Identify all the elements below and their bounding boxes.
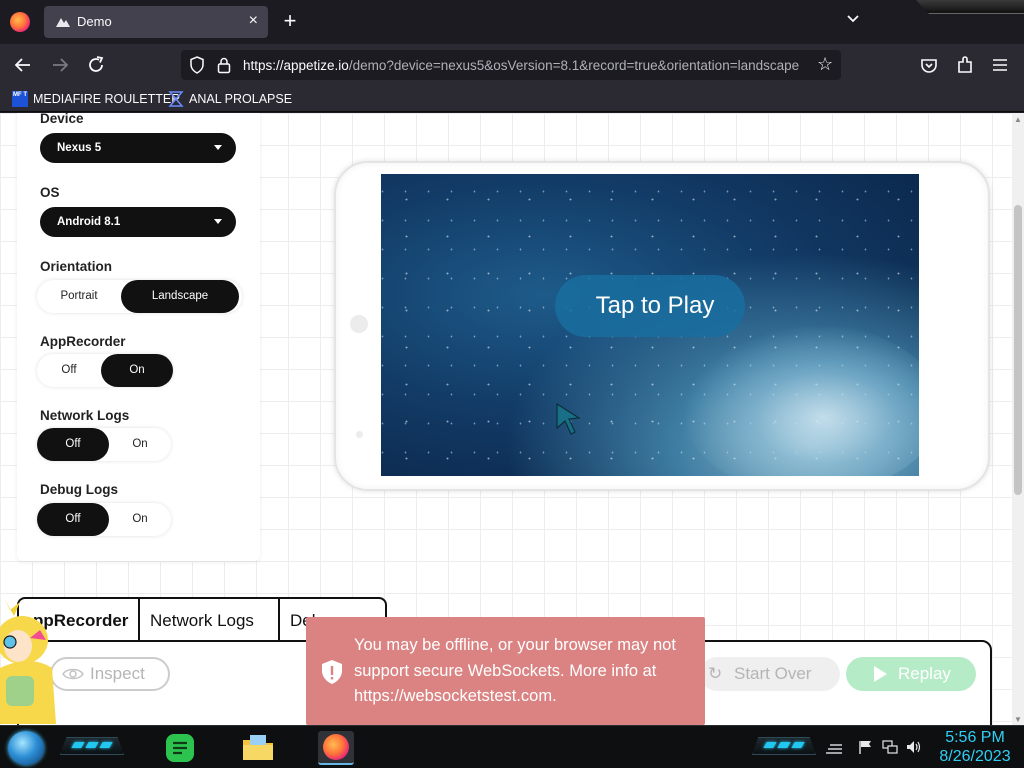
reload-icon[interactable] [85,54,107,76]
start-over-button[interactable]: ↻ Start Over [700,657,840,691]
apprecorder-on-option[interactable]: On [101,354,173,387]
device-camera [350,315,368,333]
clock-time: 5:56 PM [945,729,1005,746]
apprecorder-off-option[interactable]: Off [37,354,101,387]
taskbar-decoration [752,737,816,755]
network-logs-toggle: Off On [37,428,171,461]
mediafire-icon: MF T [12,91,28,107]
device-select[interactable]: Nexus 5 [40,133,236,163]
eye-icon [62,668,84,680]
clock-date: 8/26/2023 [939,748,1011,765]
back-arrow-icon[interactable] [12,54,34,76]
extensions-icon[interactable] [954,54,976,76]
os-label: OS [40,185,60,200]
orientation-landscape-option[interactable]: Landscape [121,280,239,313]
flag-icon[interactable] [858,740,874,754]
bookmark-mediafire[interactable]: MF T MEDIAFIRE ROULETTER [12,90,180,108]
page-scrollbar[interactable]: ▲ ▼ [1012,113,1024,725]
appetize-favicon-icon [56,18,70,27]
websocket-error-toast: You may be offline, or your browser may … [306,617,705,725]
taskbar: 5:56 PM 8/26/2023 [0,725,1024,768]
pocket-icon[interactable] [918,54,940,76]
browser-tab[interactable]: Demo × [44,6,268,38]
shield-warning-icon [322,660,342,684]
forward-arrow-icon[interactable] [49,54,71,76]
menu-icon[interactable] [989,54,1011,76]
page-content: Device Nexus 5 OS Android 8.1 Orientatio… [0,113,1024,725]
browser-tab-bar: Demo × + [0,0,1024,44]
url-bar[interactable]: https://appetize.io/demo?device=nexus5&o… [181,50,841,80]
replay-button[interactable]: Replay [846,657,976,691]
debug-logs-on-option[interactable]: On [109,503,171,536]
scrollbar-thumb[interactable] [1014,205,1022,495]
device-speaker [356,431,363,438]
file-explorer-icon[interactable] [240,731,276,765]
network-logs-on-option[interactable]: On [109,428,171,461]
debug-logs-off-option[interactable]: Off [37,503,109,536]
settings-panel: Device Nexus 5 OS Android 8.1 Orientatio… [17,113,260,561]
mouse-cursor-icon [556,402,581,435]
window-decoration [916,0,1024,14]
debug-logs-toggle: Off On [37,503,171,536]
chevron-down-icon[interactable] [846,12,860,26]
url-text[interactable]: https://appetize.io/demo?device=nexus5&o… [243,58,813,73]
firefox-icon [323,734,349,760]
apprecorder-toggle: Off On [37,354,173,387]
lock-icon[interactable] [217,56,231,74]
orientation-label: Orientation [40,259,113,274]
apprecorder-label: AppRecorder [40,334,126,349]
dropdown-caret-icon [214,219,222,224]
firefox-taskbar-app[interactable] [318,731,354,765]
sigma-icon [168,91,184,107]
system-clock[interactable]: 5:56 PM 8/26/2023 [930,728,1020,766]
dropdown-caret-icon [214,145,222,150]
tap-to-play-button[interactable]: Tap to Play [555,275,745,337]
restart-icon: ↻ [708,664,723,683]
network-logs-label: Network Logs [40,408,130,423]
inspect-button[interactable]: Inspect [50,657,170,691]
close-tab-icon[interactable]: × [249,12,258,30]
play-icon [874,666,887,682]
network-icon[interactable] [882,740,898,754]
tracking-shield-icon[interactable] [189,56,205,74]
start-button-icon[interactable] [8,731,44,765]
os-select[interactable]: Android 8.1 [40,207,236,237]
device-label: Device [40,113,84,126]
tab-network-logs[interactable]: Network Logs [140,597,280,641]
volume-icon[interactable] [906,740,922,754]
network-logs-off-option[interactable]: Off [37,428,109,461]
tab-title: Demo [77,14,112,29]
notes-app-icon[interactable] [162,731,198,765]
orientation-toggle: Portrait Landscape [37,280,242,313]
toast-message: You may be offline, or your browser may … [354,636,676,705]
device-screen[interactable]: Tap to Play [381,174,919,476]
scroll-down-icon[interactable]: ▼ [1014,715,1022,724]
firefox-icon[interactable] [10,12,30,32]
bookmark-anal-prolapse[interactable]: ANAL PROLAPSE [168,90,292,108]
scroll-up-icon[interactable]: ▲ [1014,115,1022,124]
bookmark-star-icon[interactable]: ☆ [817,54,833,75]
new-tab-icon[interactable]: + [282,8,298,34]
orientation-portrait-option[interactable]: Portrait [37,280,121,313]
desktop-mascot-character [0,598,56,724]
browser-nav-bar: https://appetize.io/demo?device=nexus5&o… [0,44,1024,86]
tray-overflow-icon[interactable] [826,740,842,754]
taskbar-decoration [60,737,124,755]
bookmarks-bar: MF T MEDIAFIRE ROULETTER ANAL PROLAPSE [0,86,1024,112]
debug-logs-label: Debug Logs [40,482,118,497]
